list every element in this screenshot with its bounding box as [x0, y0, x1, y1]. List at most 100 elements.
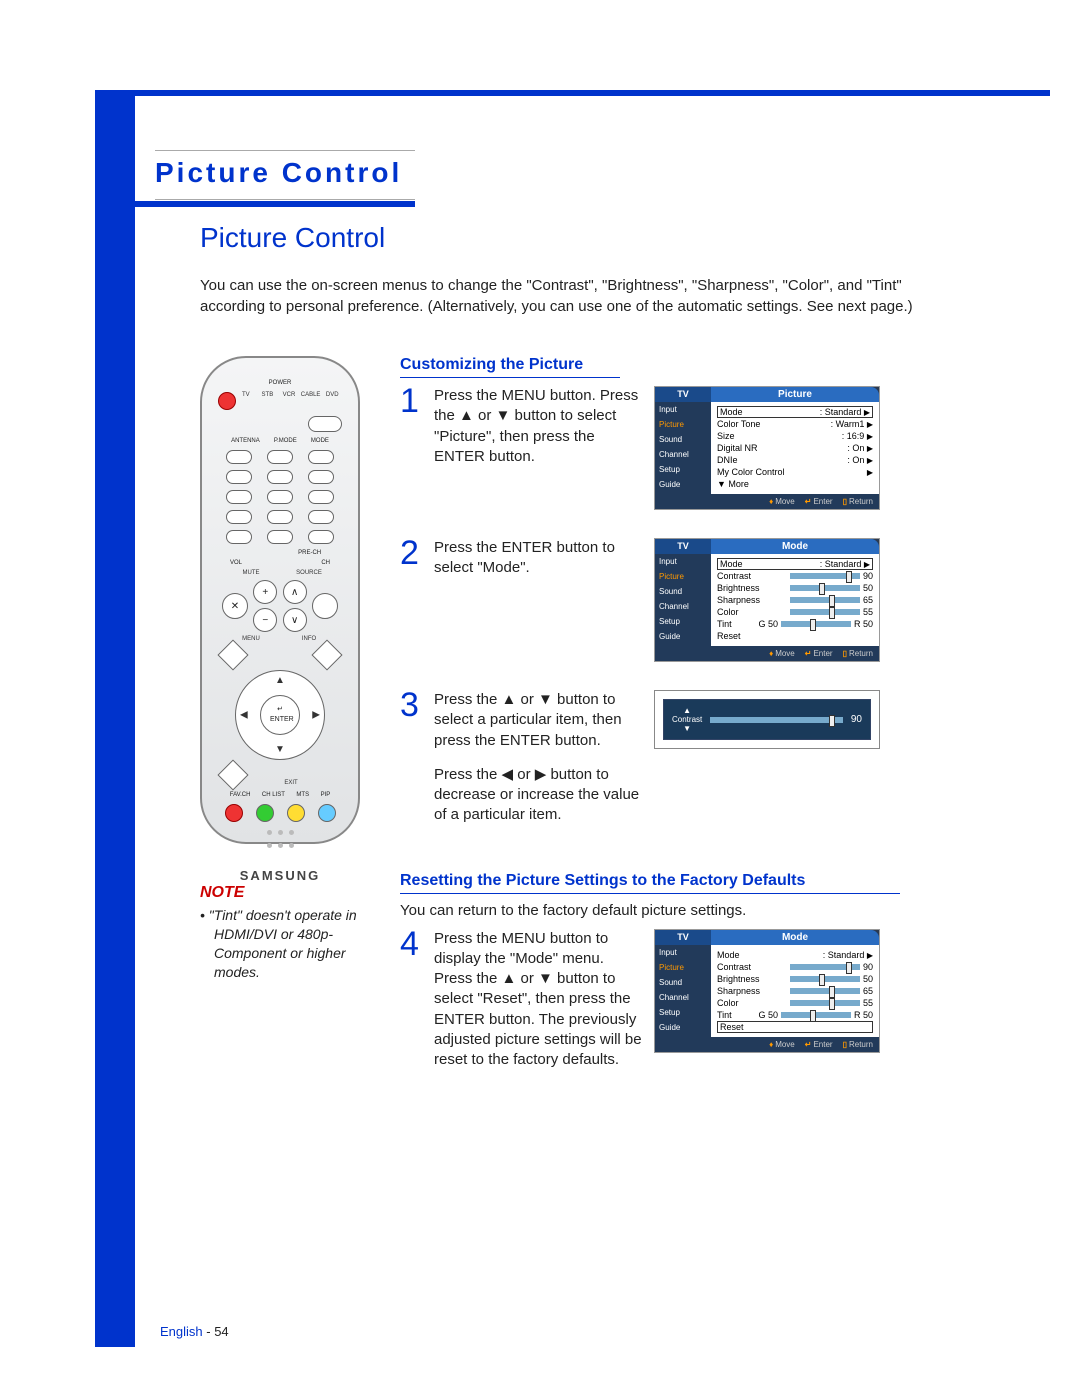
mode-sharpness: Sharpness	[717, 595, 760, 605]
reset-intro-text: You can return to the factory default pi…	[400, 902, 940, 919]
row-colortone: Color Tone	[717, 419, 760, 429]
chapter-header: Picture Control	[155, 150, 415, 200]
mts-label: MTS	[296, 792, 309, 798]
osd-panel-reset: Mode: Standard ▶ Contrast90 Brightness50…	[711, 945, 879, 1037]
osd-title-picture: Picture	[711, 387, 879, 402]
osd-screen-picture: TV Picture Input Picture Sound Channel S…	[654, 386, 880, 510]
contrast-slider	[710, 717, 843, 723]
decorative-dots	[208, 830, 352, 835]
chlist-button	[256, 804, 274, 822]
nav-ring: ▲ ▼ ◀ ▶ ↵ENTER	[235, 670, 325, 760]
section-reset-heading: Resetting the Picture Settings to the Fa…	[400, 872, 900, 894]
info-button	[311, 639, 342, 670]
osd-footer: ♦Move ↵Enter ▯Return	[655, 494, 879, 509]
osd-footer-4: ♦Move ↵Enter ▯Return	[655, 1037, 879, 1052]
menu-button	[217, 639, 248, 670]
num-1	[226, 470, 252, 484]
mode-contrast: Contrast	[717, 571, 751, 581]
down-arrow-icon: ▼	[275, 744, 285, 755]
enter-button: ↵ENTER	[270, 705, 290, 725]
mode-button	[308, 450, 334, 464]
mode-cable: CABLE	[301, 392, 321, 410]
step-2: 2 Press the ENTER button to select "Mode…	[400, 538, 940, 662]
num-9	[308, 510, 334, 524]
source-label: SOURCE	[280, 570, 338, 576]
section-customize-heading: Customizing the Picture	[400, 356, 620, 378]
osd-nav-picture: Picture	[655, 417, 711, 432]
antenna-label: ANTENNA	[231, 438, 260, 444]
page-title: Picture Control	[200, 222, 385, 254]
osd-screen-mode: TV Mode Input Picture Sound Channel Setu…	[654, 538, 880, 662]
mode-label: MODE	[311, 438, 329, 444]
num-8	[267, 510, 293, 524]
osd-nav-2: Input Picture Sound Channel Setup Guide	[655, 554, 711, 646]
pip-button	[318, 804, 336, 822]
footer-language: English	[160, 1324, 203, 1339]
row-mycolor: My Color Control	[717, 467, 785, 477]
mode-tint: Tint	[717, 619, 732, 629]
step-number-2: 2	[400, 538, 424, 569]
osd-nav-input: Input	[655, 402, 711, 417]
remote-control-illustration: POWER TV STB VCR CABLE DVD ANTENNA P.MOD…	[200, 356, 360, 844]
osd-nav-setup: Setup	[655, 462, 711, 477]
favch-label: FAV.CH	[230, 792, 251, 798]
power-button	[218, 392, 236, 410]
num-0	[267, 530, 293, 544]
mute-label: MUTE	[222, 570, 280, 576]
osd-nav-sound: Sound	[655, 432, 711, 447]
osd-contrast-popup: ▲Contrast▼ 90	[654, 690, 880, 749]
header-rule-horizontal	[95, 90, 1050, 96]
step-number-4: 4	[400, 929, 424, 960]
brand-logo: SAMSUNG	[208, 868, 352, 883]
step-1: 1 Press the MENU button. Press the ▲ or …	[400, 386, 940, 510]
mute-button: ✕	[222, 593, 248, 619]
num-7	[226, 510, 252, 524]
mode-slider	[308, 416, 342, 432]
prech-button	[308, 530, 334, 544]
osd-nav: Input Picture Sound Channel Setup Guide	[655, 402, 711, 494]
ch-up: ∧	[283, 580, 307, 604]
mode-reset: Reset	[717, 631, 741, 641]
dash-button	[226, 530, 252, 544]
osd-panel: Mode: Standard ▶ Color Tone: Warm1 ▶ Siz…	[711, 402, 879, 494]
power-label: POWER	[269, 380, 292, 386]
chapter-title: Picture Control	[155, 150, 415, 200]
osd-title-mode: Mode	[711, 539, 879, 554]
vol-down: −	[253, 608, 277, 632]
vol-up: +	[253, 580, 277, 604]
antenna-button	[226, 450, 252, 464]
ch-down: ∨	[283, 608, 307, 632]
mode-stb: STB	[258, 392, 278, 410]
step-number-3: 3	[400, 690, 424, 721]
num-6	[308, 490, 334, 504]
contrast-value: 90	[851, 714, 862, 725]
ch-label: CH	[321, 560, 330, 566]
note-body: • "Tint" doesn't operate in HDMI/DVI or …	[200, 906, 370, 982]
step-3-text: Press the ▲ or ▼ button to select a part…	[434, 690, 644, 826]
chlist-label: CH LIST	[262, 792, 285, 798]
step-1-text: Press the MENU button. Press the ▲ or ▼ …	[434, 386, 644, 467]
mode-brightness: Brightness	[717, 583, 760, 593]
row-dnie: DNIe	[717, 455, 738, 465]
osd-nav-4: Input Picture Sound Channel Setup Guide	[655, 945, 711, 1037]
osd-tv-label-2: TV	[655, 539, 711, 554]
num-4	[226, 490, 252, 504]
mode-tv: TV	[236, 392, 256, 410]
osd-screen-mode-reset: TV Mode Input Picture Sound Channel Setu…	[654, 929, 880, 1053]
up-arrow-icon: ▲	[275, 675, 285, 686]
row-size: Size	[717, 431, 735, 441]
right-arrow-icon: ▶	[312, 710, 320, 721]
page-footer: English - 54	[160, 1324, 229, 1339]
osd-nav-guide: Guide	[655, 477, 711, 492]
favch-button	[225, 804, 243, 822]
step-number-1: 1	[400, 386, 424, 417]
osd-footer-2: ♦Move ↵Enter ▯Return	[655, 646, 879, 661]
step-4: 4 Press the MENU button to display the "…	[400, 929, 940, 1071]
osd-title-mode-4: Mode	[711, 930, 879, 945]
mode-vcr: VCR	[279, 392, 299, 410]
row-mode: Mode	[720, 407, 743, 417]
note-block: NOTE • "Tint" doesn't operate in HDMI/DV…	[200, 884, 370, 982]
osd-tv-label-4: TV	[655, 930, 711, 945]
side-rule-vertical	[95, 90, 135, 1347]
source-button	[312, 593, 338, 619]
